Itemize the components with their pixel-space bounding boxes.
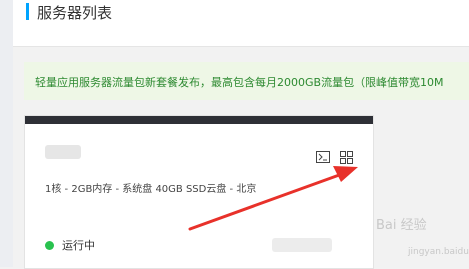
terminal-icon[interactable] bbox=[315, 149, 331, 165]
server-card[interactable]: 1核 - 2GB内存 - 系统盘 40GB SSD云盘 - 北京 运行中 bbox=[24, 115, 374, 269]
header-divider bbox=[13, 46, 469, 47]
status-dot-icon bbox=[45, 240, 54, 250]
card-top-bar bbox=[25, 116, 373, 124]
grid-icon[interactable] bbox=[338, 149, 354, 165]
left-sidebar-strip bbox=[0, 0, 13, 267]
announcement-banner: 轻量应用服务器流量包新套餐发布，最高包含每月2000GB流量包（限峰值带宽10M bbox=[24, 62, 469, 100]
title-accent-bar bbox=[26, 3, 29, 20]
page-title: 服务器列表 bbox=[37, 4, 113, 22]
server-specs: 1核 - 2GB内存 - 系统盘 40GB SSD云盘 - 北京 bbox=[45, 184, 257, 195]
announcement-text[interactable]: 轻量应用服务器流量包新套餐发布，最高包含每月2000GB流量包（限峰值带宽10M bbox=[35, 74, 444, 90]
watermark-url: jingyan.baidu.com bbox=[408, 247, 469, 257]
status-label: 运行中 bbox=[62, 239, 95, 252]
server-status: 运行中 bbox=[45, 237, 95, 253]
watermark-logo: Bai 经验 bbox=[376, 218, 427, 233]
server-name-redacted bbox=[45, 145, 81, 159]
server-ip-redacted bbox=[272, 238, 332, 252]
